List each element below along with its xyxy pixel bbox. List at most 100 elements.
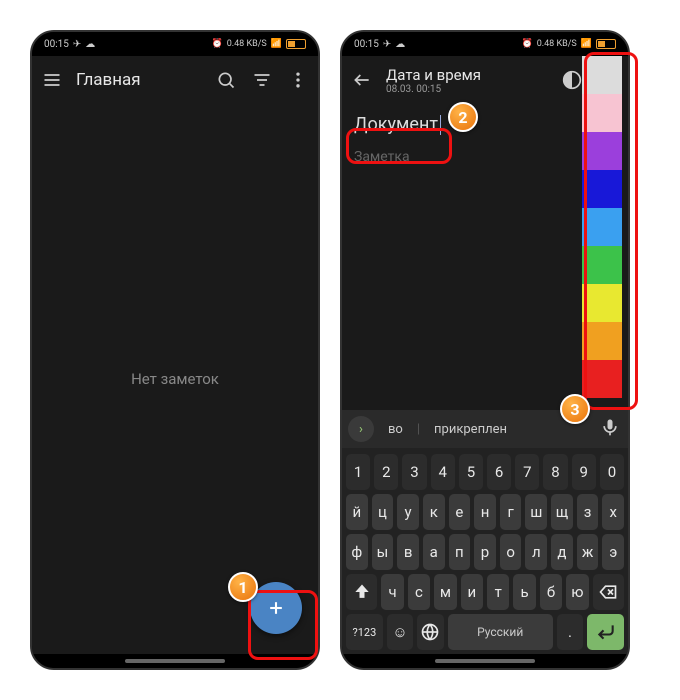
page-title: Главная [76, 70, 202, 90]
step-badge-3: 3 [560, 394, 590, 424]
key[interactable]: 2 [374, 454, 398, 490]
symbols-key[interactable]: ?123 [346, 614, 383, 650]
wifi-icon: 📶 [271, 39, 282, 49]
phone-screen-home: 00:15 ✈ ☁ ⏰ 0.48 KB/S 📶 Главная Нет заме… [30, 30, 320, 670]
key[interactable]: 1 [346, 454, 370, 490]
key[interactable]: т [487, 574, 509, 610]
keyboard: 1234567890 йцукенгшщзх фывапролджэ чсмитьбю… [342, 448, 628, 654]
key[interactable]: о [500, 534, 522, 570]
key[interactable]: х [602, 494, 624, 530]
backspace-key[interactable] [593, 574, 624, 610]
shift-key[interactable] [346, 574, 377, 610]
key[interactable]: п [449, 534, 471, 570]
key[interactable]: 4 [431, 454, 455, 490]
key[interactable]: ы [372, 534, 394, 570]
send-icon: ✈ [383, 39, 391, 50]
mic-icon[interactable] [600, 417, 622, 441]
header-title: Дата и время [386, 66, 548, 84]
key[interactable]: 3 [402, 454, 426, 490]
search-icon[interactable] [214, 68, 238, 92]
key[interactable]: 5 [459, 454, 483, 490]
key[interactable]: р [474, 534, 496, 570]
color-swatch[interactable] [582, 132, 622, 170]
cloud-icon: ☁ [395, 39, 405, 50]
key[interactable]: у [397, 494, 419, 530]
suggestion-1[interactable]: во [380, 422, 411, 437]
key[interactable]: в [397, 534, 419, 570]
color-swatch[interactable] [582, 360, 622, 398]
step-badge-1: 1 [228, 572, 258, 602]
cloud-icon: ☁ [85, 39, 95, 50]
key[interactable]: 6 [487, 454, 511, 490]
wifi-icon: 📶 [581, 39, 592, 49]
menu-icon[interactable] [40, 68, 64, 92]
key[interactable]: е [449, 494, 471, 530]
theme-icon[interactable] [560, 68, 584, 92]
language-key[interactable] [417, 614, 443, 650]
color-swatch[interactable] [582, 322, 622, 360]
header-date: 08.03. 00:15 [386, 84, 548, 95]
period-key[interactable]: . [557, 614, 583, 650]
empty-state-text: Нет заметок [32, 104, 318, 654]
expand-icon[interactable]: › [348, 416, 374, 442]
key[interactable]: к [423, 494, 445, 530]
suggestion-2[interactable]: прикреплен [426, 422, 515, 437]
alarm-icon: ⏰ [211, 39, 222, 49]
key[interactable]: б [540, 574, 562, 610]
key[interactable]: ф [346, 534, 368, 570]
emoji-key[interactable]: ☺ [387, 614, 413, 650]
gesture-bar [342, 654, 628, 668]
sort-icon[interactable] [250, 68, 274, 92]
color-picker [582, 56, 622, 398]
add-note-fab[interactable] [250, 582, 302, 634]
key[interactable]: 9 [572, 454, 596, 490]
key[interactable]: ш [525, 494, 547, 530]
key[interactable]: з [577, 494, 599, 530]
note-body-placeholder: Заметка [354, 149, 410, 165]
key[interactable]: л [525, 534, 547, 570]
send-icon: ✈ [73, 39, 81, 50]
key[interactable]: щ [551, 494, 573, 530]
color-swatch[interactable] [582, 246, 622, 284]
key[interactable]: а [423, 534, 445, 570]
key[interactable]: н [474, 494, 496, 530]
key[interactable]: д [551, 534, 573, 570]
key[interactable]: э [602, 534, 624, 570]
key[interactable]: г [500, 494, 522, 530]
net-speed: 0.48 KB/S [227, 39, 267, 49]
key[interactable]: ц [372, 494, 394, 530]
phone-screen-editor: 00:15 ✈ ☁ ⏰ 0.48 KB/S 📶 Дата и время 08.… [340, 30, 630, 670]
color-swatch[interactable] [582, 284, 622, 322]
key[interactable]: й [346, 494, 368, 530]
content-area: Нет заметок [32, 104, 318, 654]
color-swatch[interactable] [582, 170, 622, 208]
note-title-text: Документ [354, 114, 438, 135]
enter-key[interactable] [587, 614, 624, 650]
color-swatch[interactable] [582, 94, 622, 132]
space-key[interactable]: Русский [448, 614, 553, 650]
net-speed: 0.48 KB/S [537, 39, 577, 49]
key[interactable]: ю [566, 574, 588, 610]
color-swatch[interactable] [582, 56, 622, 94]
app-bar: Главная [32, 56, 318, 104]
key[interactable]: м [434, 574, 456, 610]
key[interactable]: ж [577, 534, 599, 570]
status-time: 00:15 [354, 39, 379, 50]
key[interactable]: 8 [543, 454, 567, 490]
key[interactable]: 7 [515, 454, 539, 490]
text-cursor [440, 115, 441, 135]
battery-icon [596, 39, 616, 49]
more-icon[interactable] [286, 68, 310, 92]
gesture-bar [32, 654, 318, 668]
key[interactable]: ь [513, 574, 535, 610]
color-swatch[interactable] [582, 208, 622, 246]
status-bar: 00:15 ✈ ☁ ⏰ 0.48 KB/S 📶 [342, 32, 628, 56]
key[interactable]: 0 [600, 454, 624, 490]
back-icon[interactable] [350, 68, 374, 92]
key[interactable]: ч [381, 574, 403, 610]
key[interactable]: и [461, 574, 483, 610]
status-bar: 00:15 ✈ ☁ ⏰ 0.48 KB/S 📶 [32, 32, 318, 56]
alarm-icon: ⏰ [521, 39, 532, 49]
step-badge-2: 2 [448, 102, 478, 132]
key[interactable]: с [408, 574, 430, 610]
